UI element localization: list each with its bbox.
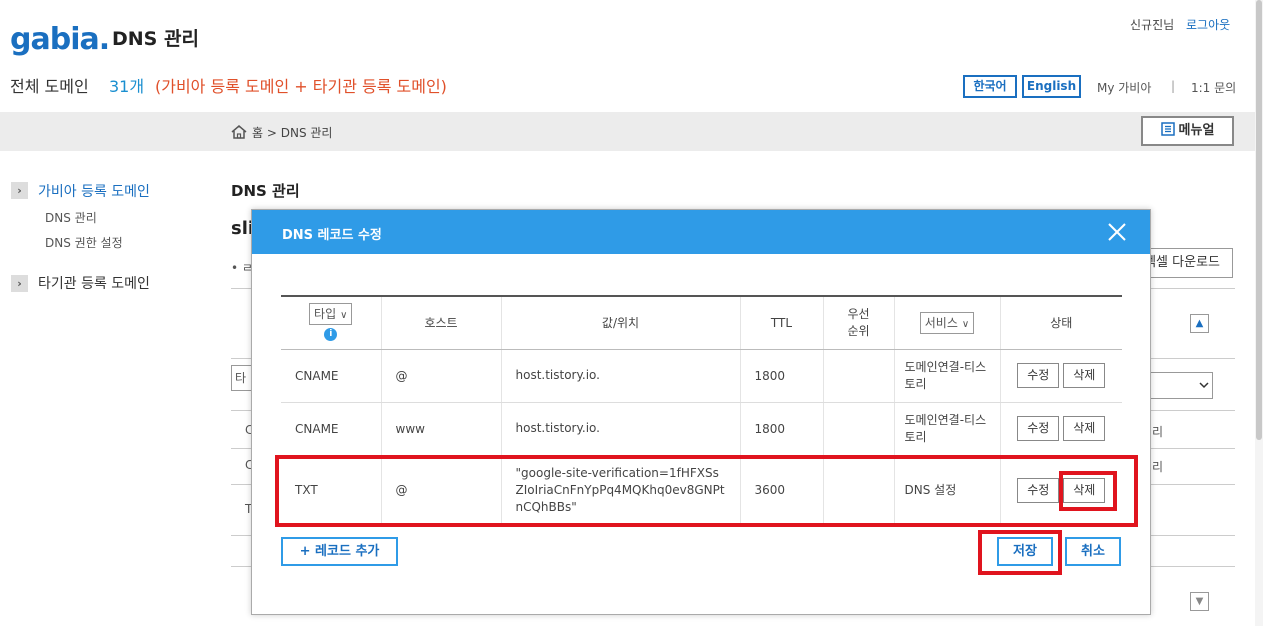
record-actions: 수정 삭제 [1000,349,1122,403]
column-service: 서비스 ∨ [894,295,1001,350]
bg-service-select[interactable] [1150,372,1213,399]
modal-header: DNS 레코드 수정 [252,210,1150,254]
bg-row-service: 리 [1152,460,1164,474]
domain-total-label: 전체 도메인 [10,77,89,96]
header: gabia. DNS 관리 신규진님 로그아웃 전체 도메인 31개 (가비아 … [0,0,1255,112]
record-value: host.tistory.io. [501,402,741,456]
record-service: DNS 설정 [894,455,1001,526]
manual-button[interactable]: 메뉴얼 [1141,116,1234,146]
column-host: 호스트 [381,295,502,350]
dns-record-table: 타입 ∨ i 호스트 값/위치 TTL 우선 순위 서비스 ∨ 상태 CNAME @… [281,295,1122,526]
domain-description: (가비아 등록 도메인 + 타기관 등록 도메인) [155,77,447,96]
home-icon[interactable] [231,124,247,140]
chevron-down-icon[interactable]: ▼ [1190,592,1209,611]
table-row: TXT @ "google-site-verification=1fHFXSsZ… [281,455,1122,526]
record-host: www [381,402,502,456]
sidebar-group-gabia[interactable]: 가비아 등록 도메인 [38,181,150,201]
table-header-row: 타입 ∨ i 호스트 값/위치 TTL 우선 순위 서비스 ∨ 상태 [281,295,1122,350]
record-type: TXT [281,455,382,526]
chevron-right-icon: › [11,275,28,292]
domain-count: 31개 [109,77,145,96]
chevron-down-icon: ∨ [340,310,348,321]
column-value: 값/위치 [501,295,741,350]
type-filter-select[interactable]: 타입 ∨ [309,303,353,325]
header-separator: | [1171,79,1176,93]
scrollbar[interactable] [1255,0,1263,626]
record-actions: 수정 삭제 [1000,402,1122,456]
table-row: CNAME @ host.tistory.io. 1800 도메인연결-티스토리… [281,349,1122,403]
table-row: CNAME www host.tistory.io. 1800 도메인연결-티스… [281,402,1122,456]
edit-button[interactable]: 수정 [1017,416,1060,441]
delete-button[interactable]: 삭제 [1063,363,1106,388]
info-icon[interactable]: i [324,328,338,341]
dns-record-edit-modal: DNS 레코드 수정 타입 ∨ i 호스트 값/위치 TTL 우선 순위 서비스 ∨ [251,209,1151,615]
delete-button[interactable]: 삭제 [1063,477,1106,503]
logout-link[interactable]: 로그아웃 [1186,16,1230,33]
record-value: "google-site-verification=1fHFXSsZIoIria… [501,455,741,526]
scrollbar-thumb[interactable] [1256,0,1262,440]
add-record-button[interactable]: + 레코드 추가 [281,537,398,566]
column-state: 상태 [1000,295,1122,350]
sidebar-group-other[interactable]: 타기관 등록 도메인 [38,273,150,293]
sidebar-item-dns-manage[interactable]: DNS 관리 [45,209,97,226]
record-type: CNAME [281,349,382,403]
record-actions: 수정 삭제 [1000,455,1122,526]
modal-title: DNS 레코드 수정 [282,228,382,243]
record-service: 도메인연결-티스토리 [894,402,1001,456]
breadcrumb-bar: 홈 > DNS 관리 메뉴얼 [0,112,1255,151]
record-host: @ [381,455,502,526]
my-gabia-link[interactable]: My 가비아 [1097,79,1151,96]
edit-button[interactable]: 수정 [1017,363,1060,388]
sidebar-item-dns-permission[interactable]: DNS 권한 설정 [45,234,123,251]
app-title: DNS 관리 [112,28,199,50]
save-button[interactable]: 저장 [997,537,1053,566]
page-title: DNS 관리 [231,182,300,200]
record-type: CNAME [281,402,382,456]
chevron-up-icon[interactable]: ▲ [1190,314,1209,333]
record-ttl: 1800 [740,402,824,456]
gabia-logo[interactable]: gabia. [10,22,110,57]
bg-row-service: 리 [1152,425,1164,439]
qna-link[interactable]: 1:1 문의 [1191,79,1236,96]
record-value: host.tistory.io. [501,349,741,403]
edit-button[interactable]: 수정 [1017,477,1060,503]
record-host: @ [381,349,502,403]
chevron-right-icon: › [11,182,28,199]
column-type: 타입 ∨ i [281,295,382,350]
breadcrumb: 홈 > DNS 관리 [252,126,333,140]
user-name: 신규진님 [1130,18,1175,32]
column-ttl: TTL [740,295,824,350]
record-priority [823,402,895,456]
bg-bullet-text: • ㄹ [231,261,253,275]
type-filter-label: 타입 [314,307,337,321]
record-service: 도메인연결-티스토리 [894,349,1001,403]
excel-download-button[interactable]: 엑셀 다운로드 [1138,248,1233,278]
chevron-down-icon [1199,382,1209,389]
record-priority [823,349,895,403]
record-ttl: 1800 [740,349,824,403]
record-ttl: 3600 [740,455,824,526]
column-priority: 우선 순위 [823,295,895,350]
service-filter-select[interactable]: 서비스 ∨ [919,311,975,334]
record-priority [823,455,895,526]
cancel-button[interactable]: 취소 [1065,537,1121,566]
lang-korean-button[interactable]: 한국어 [963,75,1017,98]
lang-english-button[interactable]: English [1022,75,1081,98]
close-icon[interactable] [1107,222,1127,242]
list-icon [1160,122,1175,136]
service-filter-label: 서비스 [924,315,958,330]
delete-button[interactable]: 삭제 [1063,416,1106,441]
manual-label: 메뉴얼 [1178,123,1215,138]
chevron-down-icon: ∨ [961,318,970,330]
